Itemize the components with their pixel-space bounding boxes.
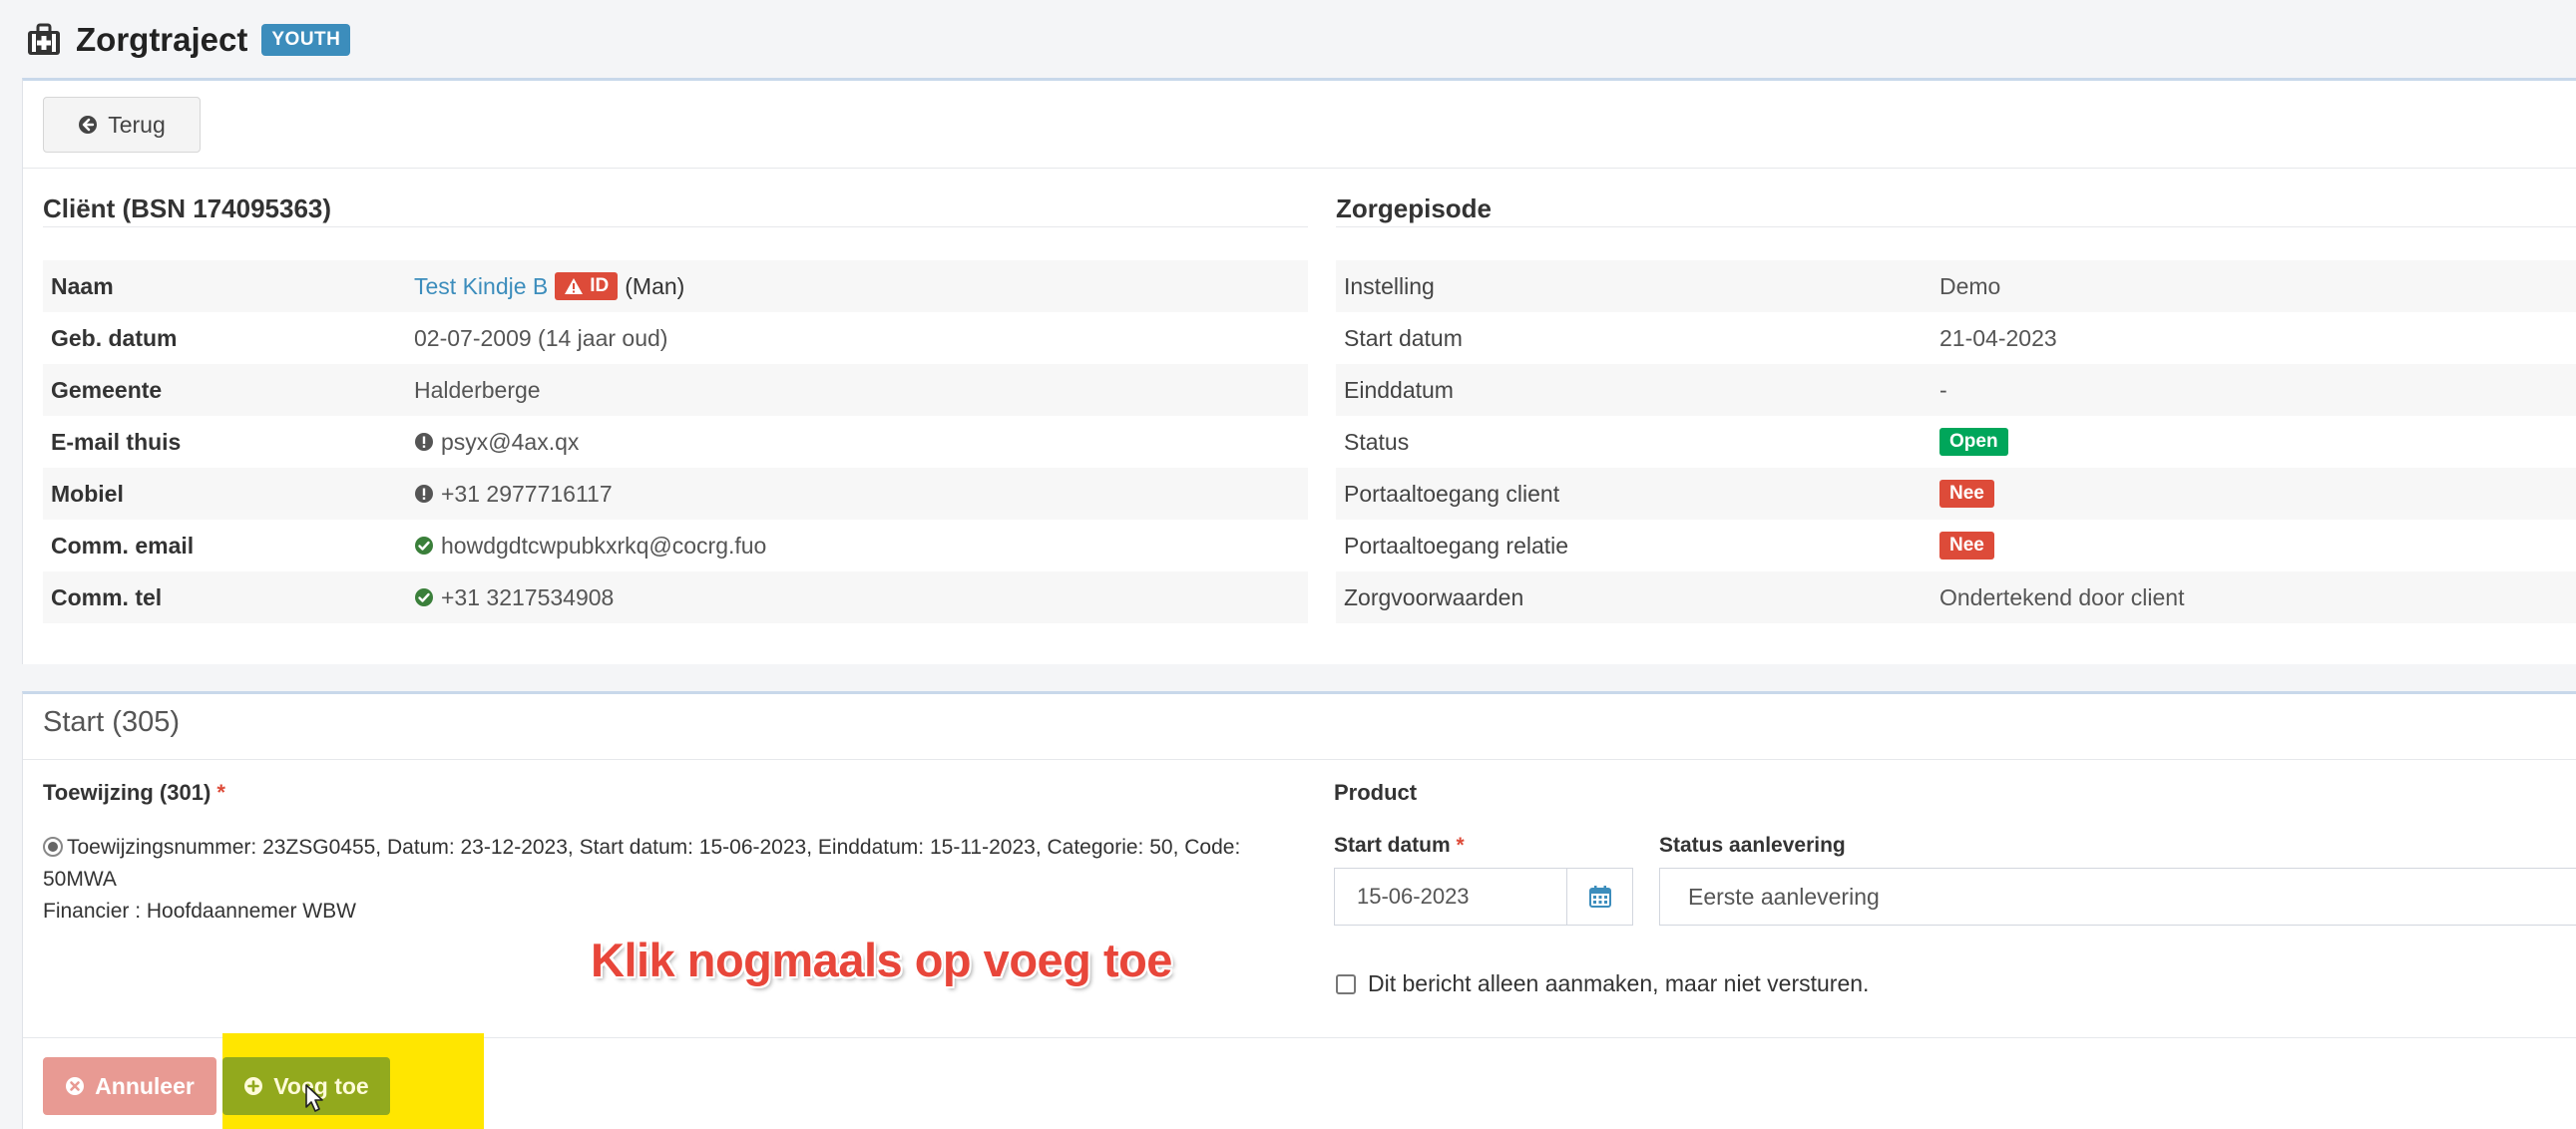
row-label: Portaaltoegang client [1344, 480, 1560, 507]
times-circle-icon [66, 1077, 85, 1095]
episode-row-portal-relation: Portaaltoegang relatie Nee [1336, 520, 2576, 571]
row-value: 21-04-2023 [1939, 324, 2057, 351]
client-gender: (Man) [625, 272, 685, 299]
client-row-comm-tel: Comm. tel +31 3217534908 [43, 571, 1308, 623]
id-badge-label: ID [590, 275, 610, 296]
status-label: Status aanlevering [1659, 834, 1846, 857]
row-value: 02-07-2009 (14 jaar oud) [414, 324, 668, 351]
client-row-birthdate: Geb. datum 02-07-2009 (14 jaar oud) [43, 312, 1308, 364]
status-select-value: Eerste aanlevering [1688, 883, 1880, 910]
row-label: Comm. tel [51, 583, 163, 610]
assignment-financier: Financier : Hoofdaannemer WBW [43, 900, 356, 923]
back-button[interactable]: Terug [43, 97, 201, 153]
row-label: Mobiel [51, 480, 124, 507]
episode-title: Zorgepisode [1336, 193, 1493, 223]
page-header: Zorgtraject YOUTH [26, 14, 351, 66]
start-date-input[interactable]: 15-06-2023 [1334, 868, 1567, 926]
row-value: Ondertekend door client [1939, 583, 2185, 610]
episode-row-portal-client: Portaaltoegang client Nee [1336, 468, 2576, 520]
row-value: howdgdtcwpubkxrkq@cocrg.fuo [441, 532, 767, 559]
client-row-home-email: E-mail thuis psyx@4ax.qx [43, 416, 1308, 468]
product-label: Product [1334, 780, 1418, 805]
start-form-header: Start (305) [23, 694, 2576, 760]
row-label: Einddatum [1344, 376, 1454, 403]
client-row-comm-email: Comm. email howdgdtcwpubkxrkq@cocrg.fuo [43, 520, 1308, 571]
row-label: Geb. datum [51, 324, 178, 351]
episode-row-end: Einddatum - [1336, 364, 2576, 416]
check-circle-icon [415, 537, 433, 555]
exclamation-circle-icon [415, 485, 433, 503]
row-label: Portaaltoegang relatie [1344, 532, 1569, 559]
client-title-divider [43, 226, 1308, 227]
assignment-details: Toewijzingsnummer: 23ZSG0455, Datum: 23-… [67, 836, 1241, 859]
row-label: E-mail thuis [51, 428, 182, 455]
client-row-municipality: Gemeente Halderberge [43, 364, 1308, 416]
row-label: Gemeente [51, 376, 163, 403]
row-label: Comm. email [51, 532, 195, 559]
start-date-label-text: Start datum [1334, 834, 1451, 857]
row-label: Zorgvoorwaarden [1344, 583, 1524, 610]
row-value: - [1939, 376, 1947, 403]
exclamation-circle-icon [415, 433, 433, 451]
toolbar: Terug [23, 81, 2576, 169]
row-label: Start datum [1344, 324, 1463, 351]
assignment-label-text: Toewijzing (301) [43, 780, 212, 805]
page-title: Zorgtraject [76, 21, 248, 58]
row-label: Status [1344, 428, 1410, 455]
required-mark: * [216, 780, 225, 805]
check-circle-icon [415, 588, 433, 606]
episode-row-status: Status Open [1336, 416, 2576, 468]
medkit-icon [28, 23, 60, 55]
cancel-button-label: Annuleer [95, 1072, 195, 1099]
assignment-label: Toewijzing (301) * [43, 780, 225, 806]
row-value: +31 2977716117 [441, 480, 613, 507]
warning-icon [565, 278, 584, 294]
client-episode-box: Terug Cliënt (BSN 174095363) Naam Test K… [22, 78, 2576, 664]
episode-row-start: Start datum 21-04-2023 [1336, 312, 2576, 364]
back-button-label: Terug [108, 111, 166, 138]
start-form-box: Start (305) Toewijzing (301) * Toewijzin… [22, 691, 2576, 1129]
draft-only-checkbox[interactable] [1336, 974, 1356, 994]
client-table: Naam Test Kindje B ID (Man) Geb. datum 0… [43, 260, 1308, 623]
status-badge: Open [1939, 428, 2008, 456]
calendar-button[interactable] [1567, 868, 1633, 926]
start-form-title: Start (305) [43, 706, 180, 738]
row-label: Naam [51, 272, 114, 299]
row-value: psyx@4ax.qx [441, 428, 580, 455]
row-label: Instelling [1344, 272, 1435, 299]
portal-relation-badge: Nee [1939, 532, 1994, 560]
portal-client-badge: Nee [1939, 480, 1994, 508]
required-mark: * [1456, 834, 1465, 857]
episode-row-institution: Instelling Demo [1336, 260, 2576, 312]
row-value: +31 3217534908 [441, 583, 615, 610]
client-name-link[interactable]: Test Kindje B [414, 273, 548, 300]
status-select[interactable]: Eerste aanlevering [1659, 868, 2576, 926]
episode-title-divider [1336, 226, 2576, 227]
row-value: Halderberge [414, 376, 541, 403]
id-warning-badge: ID [555, 272, 619, 300]
arrow-circle-left-icon [79, 116, 98, 134]
draft-only-label: Dit bericht alleen aanmaken, maar niet v… [1368, 970, 1870, 996]
calendar-icon [1588, 886, 1611, 908]
tutorial-caption: Klik nogmaals op voeg toe [591, 934, 1172, 986]
start-date-value: 15-06-2023 [1357, 884, 1470, 909]
episode-row-conditions: Zorgvoorwaarden Ondertekend door client [1336, 571, 2576, 623]
assignment-option: Toewijzingsnummer: 23ZSG0455, Datum: 23-… [43, 832, 1310, 928]
start-date-label: Start datum * [1334, 834, 1465, 858]
client-row-name: Naam Test Kindje B ID (Man) [43, 260, 1308, 312]
row-value: Demo [1939, 272, 2001, 299]
plus-circle-icon [244, 1077, 263, 1095]
client-row-mobile: Mobiel +31 2977716117 [43, 468, 1308, 520]
client-title: Cliënt (BSN 174095363) [43, 193, 332, 223]
youth-badge: YOUTH [261, 24, 351, 56]
mouse-cursor-icon [305, 1084, 323, 1112]
cancel-button[interactable]: Annuleer [43, 1057, 216, 1115]
episode-table: Instelling Demo Start datum 21-04-2023 E… [1336, 260, 2576, 623]
assignment-code: 50MWA [43, 868, 117, 891]
